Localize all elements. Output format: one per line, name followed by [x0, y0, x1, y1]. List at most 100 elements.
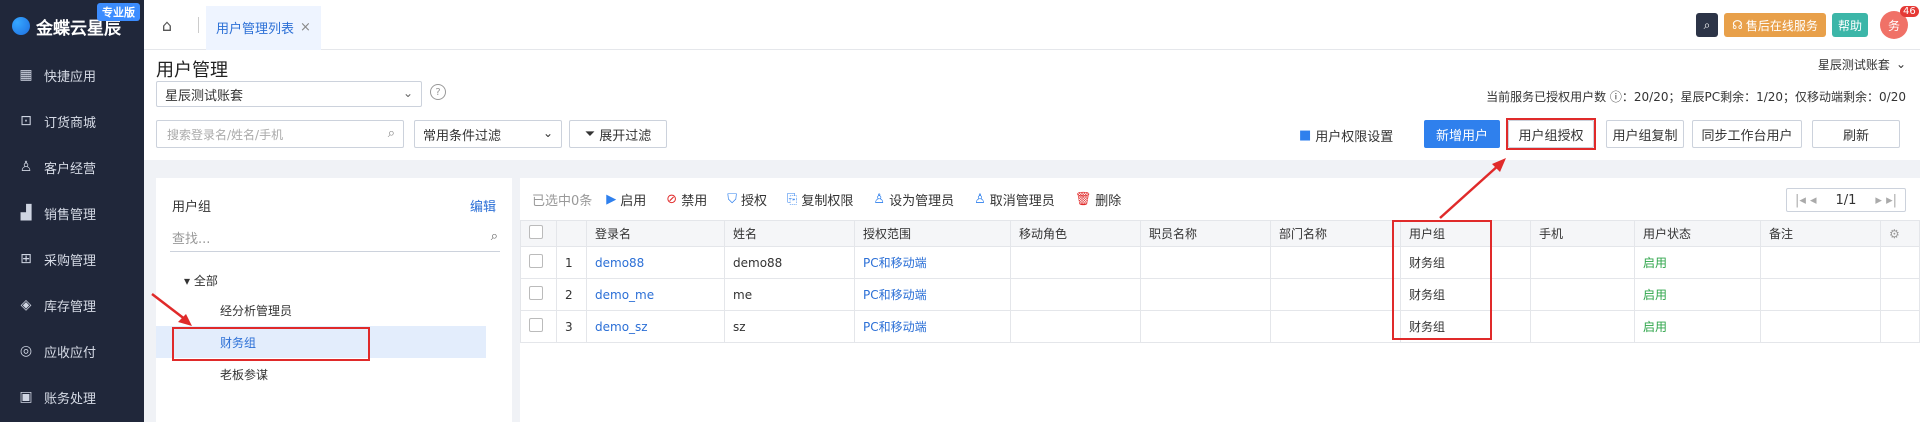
money-icon: ◎	[19, 343, 33, 359]
empty-cell	[1880, 310, 1920, 343]
mobile-role-cell	[1010, 310, 1141, 343]
logo-icon	[12, 17, 30, 35]
scope-link[interactable]: PC和移动端	[863, 320, 927, 334]
scope-cell[interactable]: PC和移动端	[854, 310, 1011, 343]
help-button[interactable]: 帮助	[1832, 13, 1868, 37]
dept-cell	[1270, 246, 1401, 279]
sidebar-item-inventory[interactable]: ◈ 库存管理	[0, 282, 144, 328]
ledger-icon: ▣	[19, 389, 33, 405]
page-title: 用户管理	[156, 60, 228, 81]
chart-icon: ▟	[20, 205, 32, 221]
column-settings-cell[interactable]: ⚙	[1880, 220, 1920, 247]
row-checkbox[interactable]	[529, 318, 543, 332]
home-icon[interactable]: ⌂	[154, 12, 180, 38]
login-cell[interactable]: demo_sz	[586, 310, 725, 343]
next-page-icon[interactable]: ▸ ▸|	[1875, 193, 1897, 208]
sidebar-item-receivables[interactable]: ◎ 应收应付	[0, 328, 144, 374]
phone-cell	[1530, 278, 1635, 311]
search-input[interactable]: 搜索登录名/姓名/手机 ⌕	[156, 120, 404, 148]
tab-user-list[interactable]: 用户管理列表 ×	[206, 6, 321, 50]
note-cell	[1760, 246, 1881, 279]
scope-cell[interactable]: PC和移动端	[854, 278, 1011, 311]
note-cell	[1760, 278, 1881, 311]
first-page-icon[interactable]: |◂ ◂	[1795, 193, 1817, 208]
user-table: 登录名 姓名 授权范围 移动角色 职员名称 部门名称 用户组 手机 用户状态 备…	[520, 220, 1920, 343]
disable-button[interactable]: ⊘ 禁用	[666, 190, 707, 209]
column-header[interactable]: 移动角色	[1010, 220, 1141, 247]
edit-groups-link[interactable]: 编辑	[470, 196, 496, 215]
grant-button[interactable]: ⛉ 授权	[727, 190, 767, 209]
table-row[interactable]: 3 demo_sz sz PC和移动端 财务组 启用	[520, 310, 1920, 343]
login-link[interactable]: demo88	[595, 256, 644, 270]
tree-item-analyst[interactable]: 经分析管理员	[156, 294, 486, 326]
name-cell: sz	[724, 310, 855, 343]
row-index: 3	[556, 310, 587, 343]
status-cell: 启用	[1634, 246, 1761, 279]
service-button[interactable]: ☊ 售后在线服务	[1724, 13, 1826, 37]
expand-filter-button[interactable]: ⏷ 展开过滤	[569, 120, 667, 148]
group-panel-title: 用户组	[172, 200, 212, 215]
sidebar-item-order-mall[interactable]: ⊡ 订货商城	[0, 98, 144, 144]
column-header[interactable]: 姓名	[724, 220, 855, 247]
grid-icon: ▦	[19, 67, 33, 83]
scope-link[interactable]: PC和移动端	[863, 256, 927, 270]
staff-cell	[1140, 310, 1271, 343]
sidebar-item-quick-apps[interactable]: ▦ 快捷应用	[0, 52, 144, 98]
tree-item-advisor[interactable]: 老板参谋	[156, 358, 486, 390]
help-icon[interactable]: ?	[430, 84, 446, 100]
permission-settings-link[interactable]: ■ 用户权限设置	[1299, 126, 1393, 145]
enable-button[interactable]: ▶ 启用	[606, 190, 646, 209]
login-cell[interactable]: demo88	[586, 246, 725, 279]
phone-cell	[1530, 310, 1635, 343]
account-switch[interactable]: 星辰测试账套 ⌄	[1818, 53, 1906, 75]
column-header[interactable]: 备注	[1760, 220, 1881, 247]
column-header[interactable]: 用户状态	[1634, 220, 1761, 247]
sidebar-item-accounting[interactable]: ▣ 账务处理	[0, 374, 144, 420]
group-search-input[interactable]: 查找... ⌕	[170, 224, 500, 252]
pager: |◂ ◂ 1/1 ▸ ▸|	[1786, 188, 1906, 212]
row-select-cell[interactable]	[520, 310, 557, 343]
sidebar-item-sales[interactable]: ▟ 销售管理	[0, 190, 144, 236]
login-link[interactable]: demo_me	[595, 288, 654, 302]
row-select-cell[interactable]	[520, 246, 557, 279]
column-header[interactable]: 登录名	[586, 220, 725, 247]
set-admin-button[interactable]: ♙ 设为管理员	[873, 190, 954, 209]
close-icon[interactable]: ×	[300, 20, 311, 35]
scope-cell[interactable]: PC和移动端	[854, 246, 1011, 279]
cancel-admin-button[interactable]: ♙ 取消管理员	[974, 190, 1055, 209]
table-row[interactable]: 1 demo88 demo88 PC和移动端 财务组 启用	[520, 246, 1920, 279]
account-select[interactable]: 星辰测试账套 ⌄	[156, 81, 422, 107]
tree-root-all[interactable]: ▾ 全部	[184, 272, 218, 289]
row-checkbox[interactable]	[529, 286, 543, 300]
chevron-down-icon: ⌄	[402, 86, 413, 100]
search-icon: ⌕	[490, 229, 498, 244]
column-header[interactable]: 部门名称	[1270, 220, 1401, 247]
dept-cell	[1270, 310, 1401, 343]
select-all-checkbox[interactable]	[529, 225, 543, 239]
delete-button[interactable]: 🗑 删除	[1075, 190, 1122, 209]
shop-icon: ⊡	[20, 113, 32, 129]
row-checkbox[interactable]	[529, 254, 543, 268]
scope-link[interactable]: PC和移动端	[863, 288, 927, 302]
empty-cell	[1880, 246, 1920, 279]
refresh-button[interactable]: 刷新	[1812, 120, 1900, 148]
select-all-cell[interactable]	[520, 220, 557, 247]
add-user-button[interactable]: 新增用户	[1424, 120, 1500, 148]
login-link[interactable]: demo_sz	[595, 320, 648, 334]
filter-select[interactable]: 常用条件过滤 ⌄	[414, 120, 562, 148]
search-icon[interactable]: ⌕	[1696, 13, 1718, 37]
sidebar-item-purchase[interactable]: ⊞ 采购管理	[0, 236, 144, 282]
gear-icon[interactable]: ⚙	[1889, 227, 1900, 241]
login-cell[interactable]: demo_me	[586, 278, 725, 311]
group-copy-button[interactable]: 用户组复制	[1606, 120, 1684, 148]
column-header[interactable]: 授权范围	[854, 220, 1011, 247]
name-cell: demo88	[724, 246, 855, 279]
chevron-down-icon: ⌄	[1895, 57, 1906, 71]
row-select-cell[interactable]	[520, 278, 557, 311]
copy-permission-button[interactable]: ⎘ 复制权限	[787, 190, 853, 209]
sidebar-item-customer[interactable]: ♙ 客户经营	[0, 144, 144, 190]
column-header[interactable]: 职员名称	[1140, 220, 1271, 247]
sync-users-button[interactable]: 同步工作台用户	[1692, 120, 1802, 148]
table-row[interactable]: 2 demo_me me PC和移动端 财务组 启用	[520, 278, 1920, 311]
column-header[interactable]: 手机	[1530, 220, 1635, 247]
